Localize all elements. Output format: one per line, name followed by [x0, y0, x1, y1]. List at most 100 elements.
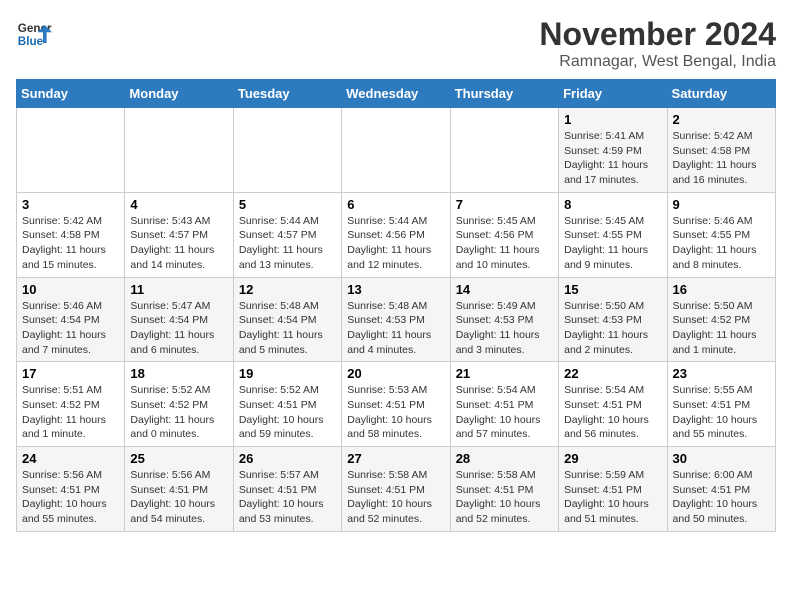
day-number: 1: [564, 112, 661, 127]
calendar-cell: 3 Sunrise: 5:42 AM Sunset: 4:58 PM Daylig…: [17, 192, 125, 277]
calendar-cell: 28 Sunrise: 5:58 AM Sunset: 4:51 PM Dayli…: [450, 447, 558, 532]
day-number: 3: [22, 197, 119, 212]
day-number: 20: [347, 366, 444, 381]
calendar-cell: [342, 108, 450, 193]
calendar-cell: 8 Sunrise: 5:45 AM Sunset: 4:55 PM Daylig…: [559, 192, 667, 277]
day-number: 11: [130, 282, 227, 297]
calendar-cell: 9Sunrise: 5:46 AM Sunset: 4:55 PM Daylig…: [667, 192, 775, 277]
cell-content: Sunrise: 5:54 AM Sunset: 4:51 PM Dayligh…: [564, 383, 661, 442]
cell-content: Sunrise: 5:42 AM Sunset: 4:58 PM Dayligh…: [673, 129, 770, 188]
calendar-row: 3 Sunrise: 5:42 AM Sunset: 4:58 PM Daylig…: [17, 192, 776, 277]
cell-content: Sunrise: 5:54 AM Sunset: 4:51 PM Dayligh…: [456, 383, 553, 442]
day-number: 21: [456, 366, 553, 381]
calendar-cell: 25 Sunrise: 5:56 AM Sunset: 4:51 PM Dayli…: [125, 447, 233, 532]
location: Ramnagar, West Bengal, India: [539, 53, 776, 71]
day-number: 19: [239, 366, 336, 381]
logo: General Blue: [16, 16, 52, 52]
calendar-cell: 21 Sunrise: 5:54 AM Sunset: 4:51 PM Dayli…: [450, 362, 558, 447]
day-number: 27: [347, 451, 444, 466]
calendar-cell: 16Sunrise: 5:50 AM Sunset: 4:52 PM Dayli…: [667, 277, 775, 362]
cell-content: Sunrise: 5:57 AM Sunset: 4:51 PM Dayligh…: [239, 468, 336, 527]
day-number: 15: [564, 282, 661, 297]
header: General Blue November 2024 Ramnagar, Wes…: [16, 16, 776, 71]
day-number: 10: [22, 282, 119, 297]
calendar-cell: 7 Sunrise: 5:45 AM Sunset: 4:56 PM Daylig…: [450, 192, 558, 277]
calendar-row: 17 Sunrise: 5:51 AM Sunset: 4:52 PM Dayli…: [17, 362, 776, 447]
cell-content: Sunrise: 5:47 AM Sunset: 4:54 PM Dayligh…: [130, 299, 227, 358]
calendar-cell: 11 Sunrise: 5:47 AM Sunset: 4:54 PM Dayli…: [125, 277, 233, 362]
calendar-cell: 23 Sunrise: 5:55 AM Sunset: 4:51 PM Dayli…: [667, 362, 775, 447]
cell-content: Sunrise: 6:00 AM Sunset: 4:51 PM Dayligh…: [673, 468, 770, 527]
cell-content: Sunrise: 5:46 AM Sunset: 4:54 PM Dayligh…: [22, 299, 119, 358]
calendar-cell: [450, 108, 558, 193]
calendar-cell: 30 Sunrise: 6:00 AM Sunset: 4:51 PM Dayli…: [667, 447, 775, 532]
calendar-cell: 18Sunrise: 5:52 AM Sunset: 4:52 PM Dayli…: [125, 362, 233, 447]
calendar-cell: 1 Sunrise: 5:41 AM Sunset: 4:59 PM Daylig…: [559, 108, 667, 193]
cell-content: Sunrise: 5:45 AM Sunset: 4:56 PM Dayligh…: [456, 214, 553, 273]
calendar-cell: 26 Sunrise: 5:57 AM Sunset: 4:51 PM Dayli…: [233, 447, 341, 532]
title-area: November 2024 Ramnagar, West Bengal, Ind…: [539, 16, 776, 71]
cell-content: Sunrise: 5:42 AM Sunset: 4:58 PM Dayligh…: [22, 214, 119, 273]
day-number: 5: [239, 197, 336, 212]
calendar-table: SundayMondayTuesdayWednesdayThursdayFrid…: [16, 79, 776, 532]
cell-content: Sunrise: 5:48 AM Sunset: 4:53 PM Dayligh…: [347, 299, 444, 358]
cell-content: Sunrise: 5:45 AM Sunset: 4:55 PM Dayligh…: [564, 214, 661, 273]
cell-content: Sunrise: 5:53 AM Sunset: 4:51 PM Dayligh…: [347, 383, 444, 442]
day-number: 17: [22, 366, 119, 381]
day-number: 28: [456, 451, 553, 466]
calendar-row: 10 Sunrise: 5:46 AM Sunset: 4:54 PM Dayli…: [17, 277, 776, 362]
cell-content: Sunrise: 5:52 AM Sunset: 4:51 PM Dayligh…: [239, 383, 336, 442]
calendar-cell: [125, 108, 233, 193]
calendar-cell: [233, 108, 341, 193]
cell-content: Sunrise: 5:44 AM Sunset: 4:57 PM Dayligh…: [239, 214, 336, 273]
svg-text:Blue: Blue: [18, 35, 44, 48]
cell-content: Sunrise: 5:41 AM Sunset: 4:59 PM Dayligh…: [564, 129, 661, 188]
cell-content: Sunrise: 5:55 AM Sunset: 4:51 PM Dayligh…: [673, 383, 770, 442]
weekday-wednesday: Wednesday: [342, 80, 450, 108]
day-number: 24: [22, 451, 119, 466]
calendar-cell: 15 Sunrise: 5:50 AM Sunset: 4:53 PM Dayli…: [559, 277, 667, 362]
weekday-tuesday: Tuesday: [233, 80, 341, 108]
day-number: 6: [347, 197, 444, 212]
cell-content: Sunrise: 5:59 AM Sunset: 4:51 PM Dayligh…: [564, 468, 661, 527]
calendar-cell: 2Sunrise: 5:42 AM Sunset: 4:58 PM Daylig…: [667, 108, 775, 193]
calendar-cell: 6 Sunrise: 5:44 AM Sunset: 4:56 PM Daylig…: [342, 192, 450, 277]
calendar-cell: [17, 108, 125, 193]
calendar-row: 24 Sunrise: 5:56 AM Sunset: 4:51 PM Dayli…: [17, 447, 776, 532]
day-number: 16: [673, 282, 770, 297]
cell-content: Sunrise: 5:52 AM Sunset: 4:52 PM Dayligh…: [130, 383, 227, 442]
calendar-cell: 14 Sunrise: 5:49 AM Sunset: 4:53 PM Dayli…: [450, 277, 558, 362]
calendar-cell: 10 Sunrise: 5:46 AM Sunset: 4:54 PM Dayli…: [17, 277, 125, 362]
day-number: 30: [673, 451, 770, 466]
logo-icon: General Blue: [16, 16, 52, 52]
cell-content: Sunrise: 5:56 AM Sunset: 4:51 PM Dayligh…: [130, 468, 227, 527]
day-number: 25: [130, 451, 227, 466]
day-number: 7: [456, 197, 553, 212]
calendar-cell: 29 Sunrise: 5:59 AM Sunset: 4:51 PM Dayli…: [559, 447, 667, 532]
calendar-cell: 17 Sunrise: 5:51 AM Sunset: 4:52 PM Dayli…: [17, 362, 125, 447]
calendar-cell: 27 Sunrise: 5:58 AM Sunset: 4:51 PM Dayli…: [342, 447, 450, 532]
day-number: 23: [673, 366, 770, 381]
cell-content: Sunrise: 5:58 AM Sunset: 4:51 PM Dayligh…: [456, 468, 553, 527]
calendar-cell: 4Sunrise: 5:43 AM Sunset: 4:57 PM Daylig…: [125, 192, 233, 277]
day-number: 13: [347, 282, 444, 297]
cell-content: Sunrise: 5:51 AM Sunset: 4:52 PM Dayligh…: [22, 383, 119, 442]
day-number: 26: [239, 451, 336, 466]
cell-content: Sunrise: 5:50 AM Sunset: 4:53 PM Dayligh…: [564, 299, 661, 358]
calendar-cell: 19 Sunrise: 5:52 AM Sunset: 4:51 PM Dayli…: [233, 362, 341, 447]
weekday-thursday: Thursday: [450, 80, 558, 108]
day-number: 22: [564, 366, 661, 381]
day-number: 8: [564, 197, 661, 212]
cell-content: Sunrise: 5:56 AM Sunset: 4:51 PM Dayligh…: [22, 468, 119, 527]
weekday-friday: Friday: [559, 80, 667, 108]
day-number: 14: [456, 282, 553, 297]
calendar-cell: 22 Sunrise: 5:54 AM Sunset: 4:51 PM Dayli…: [559, 362, 667, 447]
cell-content: Sunrise: 5:49 AM Sunset: 4:53 PM Dayligh…: [456, 299, 553, 358]
month-title: November 2024: [539, 16, 776, 53]
cell-content: Sunrise: 5:44 AM Sunset: 4:56 PM Dayligh…: [347, 214, 444, 273]
day-number: 29: [564, 451, 661, 466]
weekday-saturday: Saturday: [667, 80, 775, 108]
weekday-sunday: Sunday: [17, 80, 125, 108]
cell-content: Sunrise: 5:58 AM Sunset: 4:51 PM Dayligh…: [347, 468, 444, 527]
day-number: 12: [239, 282, 336, 297]
